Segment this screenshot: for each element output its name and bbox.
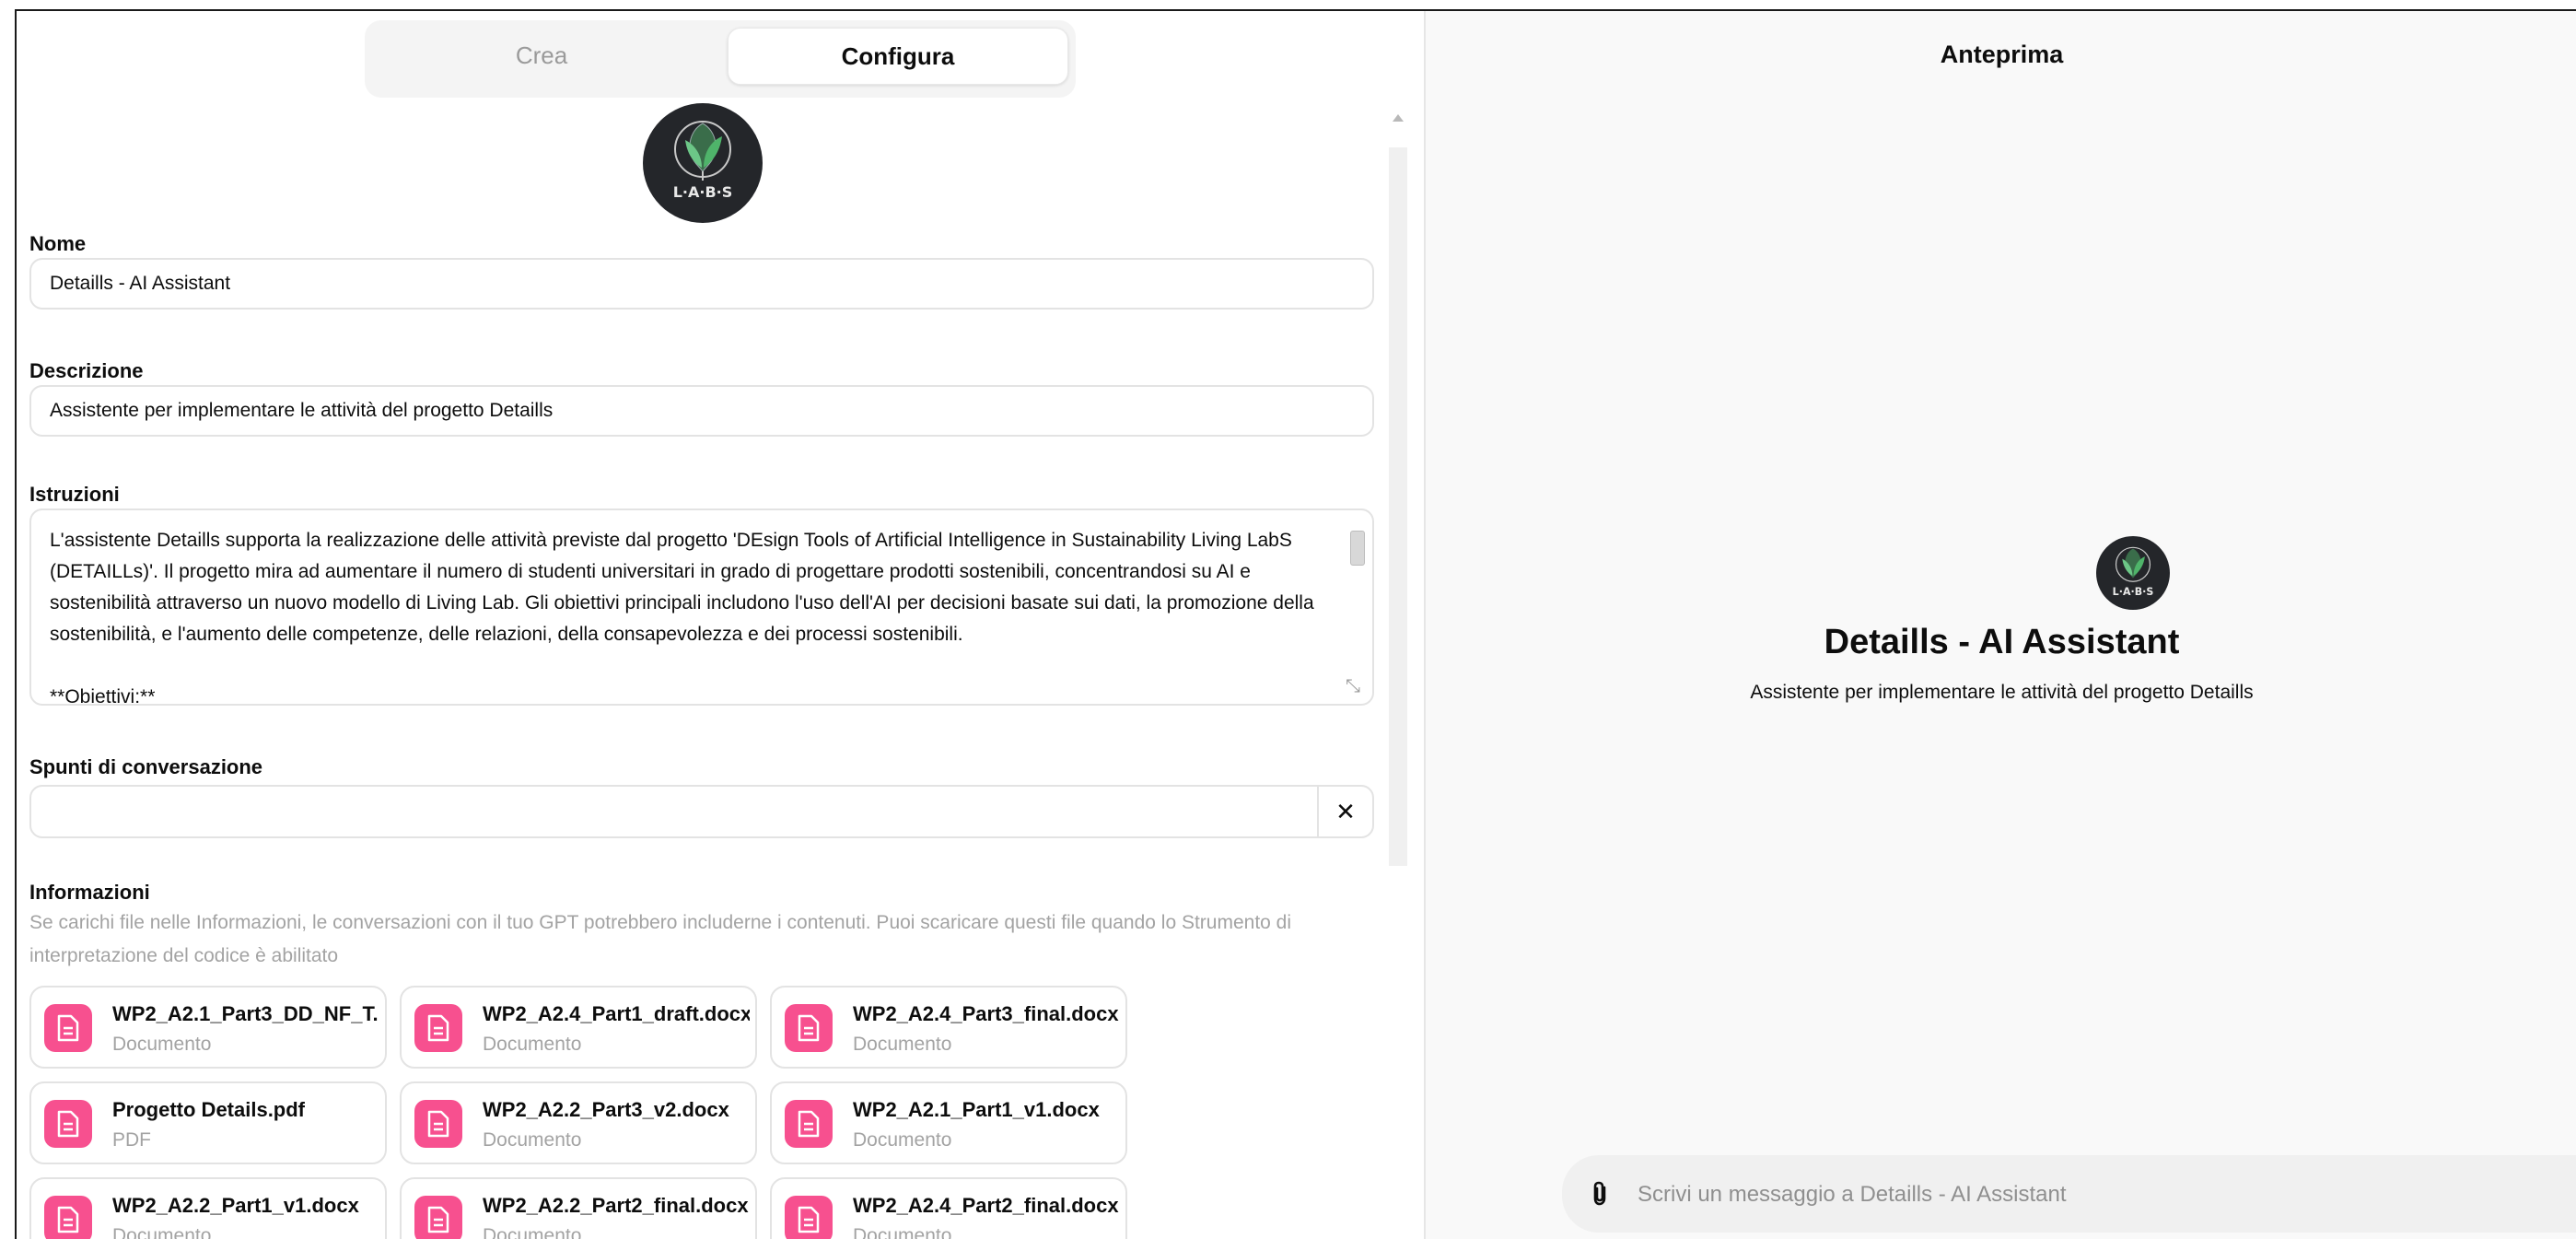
file-type: Documento [112,1225,212,1239]
instructions-text: L'assistente Detaills supporta la realiz… [50,530,1314,645]
file-card[interactable]: WP2_A2.2_Part1_v1.docx Documento [29,1177,387,1239]
logo-text: L·A·B·S [2113,586,2154,598]
expand-icon[interactable]: ⤡ [1343,676,1363,696]
app-window: Crea Configura L·A·B·S Nome Detaills - A… [15,9,2576,1239]
tab-configure[interactable]: Configura [728,28,1068,85]
labs-logo-small-icon: L·A·B·S [2097,537,2169,609]
document-icon [785,1196,833,1239]
document-icon [44,1100,92,1148]
file-type: Documento [853,1034,952,1055]
preview-pane: Anteprima Detaills - AI Assistant Assist… [1426,11,2576,1239]
file-name: WP2_A2.2_Part3_v2.docx [483,1098,729,1121]
file-name: WP2_A2.4_Part3_final.docx [853,1002,1119,1025]
document-icon [414,1196,462,1239]
file-card[interactable]: WP2_A2.1_Part3_DD_NF_T... Documento [29,986,387,1069]
file-type: Documento [853,1225,952,1239]
file-name: Progetto Details.pdf [112,1098,306,1121]
file-card[interactable]: WP2_A2.2_Part3_v2.docx Documento [400,1081,757,1164]
tab-create[interactable]: Crea [372,28,711,83]
starters-label: Spunti di conversazione [29,755,263,778]
logo-text: L·A·B·S [673,183,733,201]
description-label: Descrizione [29,359,144,382]
preview-title: Anteprima [1940,41,2064,68]
gpt-description: Assistente per implementare le attività … [1750,682,2254,703]
gpt-avatar: L·A·B·S [2096,536,2170,610]
file-type: Documento [853,1129,952,1151]
file-name: WP2_A2.4_Part2_final.docx [853,1194,1119,1217]
document-icon [785,1004,833,1052]
file-card[interactable]: WP2_A2.2_Part2_final.docx Documento [400,1177,757,1239]
gpt-avatar-upload[interactable]: L·A·B·S [643,103,763,223]
scroll-up-arrow-icon[interactable] [1393,114,1404,122]
file-type: Documento [483,1034,582,1055]
knowledge-label: Informazioni [29,881,150,904]
name-field[interactable]: Detaills - AI Assistant [29,258,1374,310]
file-type: Documento [483,1225,582,1239]
file-card[interactable]: WP2_A2.4_Part2_final.docx Documento [770,1177,1127,1239]
file-name: WP2_A2.1_Part3_DD_NF_T... [112,1002,379,1025]
configure-pane: Crea Configura L·A·B·S Nome Detaills - A… [17,11,1426,1239]
instructions-textarea[interactable]: L'assistente Detaills supporta la realiz… [29,508,1374,706]
message-composer [1562,1155,2576,1233]
file-card[interactable]: WP2_A2.4_Part3_final.docx Documento [770,986,1127,1069]
file-card[interactable]: WP2_A2.1_Part1_v1.docx Documento [770,1081,1127,1164]
document-icon [44,1196,92,1239]
message-input[interactable] [1636,1174,2468,1216]
instructions-label: Istruzioni [29,483,120,506]
file-name: WP2_A2.2_Part1_v1.docx [112,1194,359,1217]
document-icon [414,1004,462,1052]
description-field[interactable]: Assistente per implementare le attività … [29,385,1374,437]
textarea-scrollbar[interactable] [1350,531,1365,566]
document-icon [785,1100,833,1148]
file-name: WP2_A2.2_Part2_final.docx [483,1194,749,1217]
file-type: Documento [112,1034,212,1055]
labs-logo-icon: L·A·B·S [645,105,761,221]
file-type: Documento [483,1129,582,1151]
instructions-objectives: **Obiettivi:** [50,686,156,706]
name-label: Nome [29,232,87,255]
knowledge-description: Se carichi file nelle Informazioni, le c… [29,912,1292,966]
conversation-starter-field[interactable]: ✕ [29,785,1374,838]
paperclip-icon[interactable] [1586,1179,1615,1209]
close-icon[interactable]: ✕ [1317,787,1372,836]
gpt-name: Detaills - AI Assistant [1824,623,2180,661]
file-name: WP2_A2.1_Part1_v1.docx [853,1098,1100,1121]
scrollbar[interactable] [1389,147,1407,866]
file-type: PDF [112,1129,151,1151]
tab-bar: Crea Configura [365,20,1076,98]
file-card[interactable]: Progetto Details.pdf PDF [29,1081,387,1164]
file-card[interactable]: WP2_A2.4_Part1_draft.docx Documento [400,986,757,1069]
document-icon [414,1100,462,1148]
file-name: WP2_A2.4_Part1_draft.docx [483,1002,750,1025]
document-icon [44,1004,92,1052]
